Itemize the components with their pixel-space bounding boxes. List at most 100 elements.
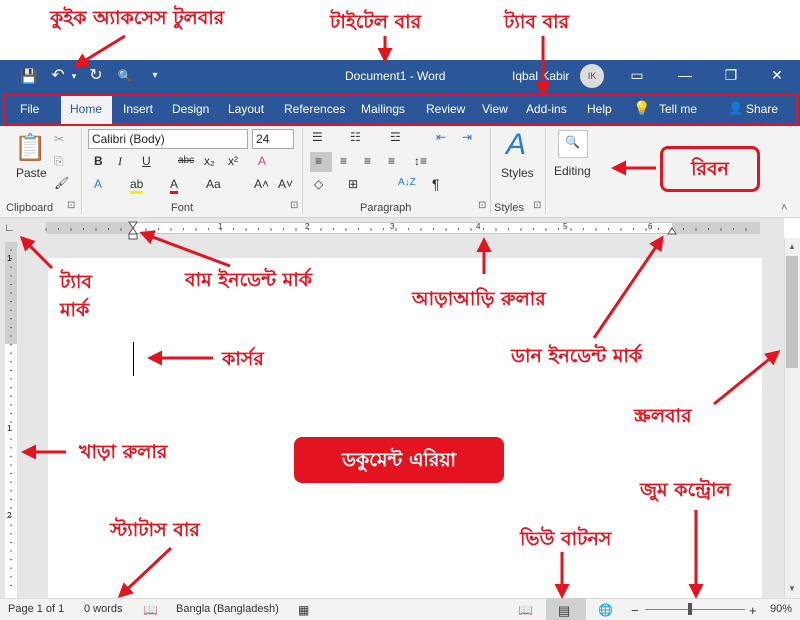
document-title: Document1 - Word <box>345 69 446 83</box>
decrease-indent-button[interactable]: ⇤ <box>436 130 446 144</box>
numbering-button[interactable]: ☷ <box>350 130 361 144</box>
styles-icon[interactable]: A <box>506 128 526 162</box>
word-count[interactable]: 0 words <box>84 603 123 615</box>
change-case-button[interactable]: Aa <box>206 177 221 191</box>
paste-button[interactable]: Paste <box>16 166 47 180</box>
title-bar: 💾 ↶ ▾ ↻ 🔍 ▾ Document1 - Word Iqbal Kabir… <box>0 60 800 92</box>
tab-bar-highlight-frame <box>3 94 798 126</box>
font-name-combo[interactable]: Calibri (Body) <box>88 129 248 149</box>
styles-button[interactable]: Styles <box>501 166 534 180</box>
format-painter-icon[interactable]: 🖌 <box>54 176 69 190</box>
scrollbar-thumb[interactable] <box>786 256 798 368</box>
clear-formatting-button[interactable]: A <box>258 154 266 168</box>
collapse-ribbon-icon[interactable]: ˄ <box>781 202 787 214</box>
close-icon[interactable]: ✕ <box>768 67 786 84</box>
font-launcher-icon[interactable]: ⊡ <box>290 200 298 211</box>
vruler-number: 1 <box>7 254 12 263</box>
font-color-button[interactable]: A <box>170 177 179 194</box>
zoom-out-button[interactable]: − <box>631 603 639 618</box>
document-page[interactable] <box>48 258 762 598</box>
cut-icon[interactable]: ✂ <box>54 132 64 146</box>
proofing-icon[interactable]: 📖 <box>143 603 158 617</box>
zoom-slider[interactable] <box>645 609 745 610</box>
font-size-combo[interactable]: 24 <box>252 129 294 149</box>
borders-button[interactable]: ⊞ <box>348 177 358 191</box>
annotation-cursor: কার্সর <box>222 348 264 370</box>
avatar[interactable]: IK <box>580 64 604 88</box>
minimize-icon[interactable]: — <box>676 67 694 83</box>
align-left-button[interactable]: ≡ <box>315 154 322 168</box>
align-center-button[interactable]: ≡ <box>340 154 347 168</box>
read-mode-icon[interactable]: 📖 <box>518 603 533 617</box>
multilevel-list-button[interactable]: ☲ <box>390 130 401 144</box>
subscript-button[interactable]: x₂ <box>204 154 215 168</box>
styles-launcher-icon[interactable]: ⊡ <box>533 200 541 211</box>
annotation-left-indent: বাম ইনডেন্ট মার্ক <box>185 269 313 291</box>
annotation-tab-mark-2: মার্ক <box>60 299 90 321</box>
justify-button[interactable]: ≡ <box>388 154 395 168</box>
annotation-vertical-ruler: খাড়া রুলার <box>79 441 168 463</box>
align-right-button[interactable]: ≡ <box>364 154 371 168</box>
annotation-scrollbar: স্ক্রলবার <box>634 405 692 427</box>
separator <box>302 128 303 214</box>
ruler-number: 1 <box>218 222 223 231</box>
page-count[interactable]: Page 1 of 1 <box>8 603 64 615</box>
font-group-label: Font <box>171 202 194 214</box>
shrink-font-button[interactable]: A˅ <box>278 177 293 191</box>
font-size-value: 24 <box>256 132 270 146</box>
sort-button[interactable]: A↓Z <box>398 177 416 188</box>
ruler-number: 5 <box>563 222 568 231</box>
strikethrough-button[interactable]: abc <box>178 155 194 166</box>
zoom-level[interactable]: 90% <box>770 603 792 615</box>
user-name[interactable]: Iqbal Kabir <box>512 69 569 83</box>
annotation-view-buttons: ভিউ বাটনস <box>520 528 612 550</box>
clipboard-launcher-icon[interactable]: ⊡ <box>67 200 75 211</box>
highlight-button[interactable]: ab <box>130 177 144 194</box>
text-effects-button[interactable]: A <box>94 177 102 191</box>
italic-button[interactable]: I <box>118 154 122 169</box>
increase-indent-button[interactable]: ⇥ <box>462 130 472 144</box>
zoom-slider-thumb[interactable] <box>688 603 692 615</box>
print-preview-icon[interactable]: 🔍 <box>117 68 133 84</box>
save-icon[interactable]: 💾 <box>20 68 37 84</box>
web-layout-icon[interactable]: 🌐 <box>598 603 613 617</box>
language-indicator[interactable]: Bangla (Bangladesh) <box>176 603 279 615</box>
line-spacing-button[interactable]: ↕≡ <box>414 154 427 168</box>
print-layout-icon[interactable]: ▤ <box>558 603 570 619</box>
shading-button[interactable]: ◇ <box>314 177 323 191</box>
undo-icon[interactable]: ↶ <box>50 68 66 84</box>
paste-icon[interactable]: 📋 <box>14 132 46 163</box>
macro-recording-icon[interactable]: ▦ <box>298 603 309 617</box>
zoom-in-button[interactable]: + <box>749 603 757 618</box>
paragraph-group-label: Paragraph <box>360 202 412 214</box>
horizontal-ruler[interactable] <box>46 222 760 234</box>
annotation-ribbon-badge: রিবন <box>660 146 760 192</box>
ribbon-display-options-icon[interactable]: ▭ <box>628 67 646 84</box>
vruler-number: 1 <box>7 424 12 433</box>
bullets-button[interactable]: ☰ <box>312 130 323 144</box>
annotation-tab-bar: ট্যাব বার <box>504 11 570 33</box>
ruler-number: 6 <box>648 222 653 231</box>
redo-icon[interactable]: ↻ <box>88 68 104 84</box>
right-margin-shade <box>672 222 760 234</box>
scroll-down-icon[interactable]: ▼ <box>788 584 796 593</box>
undo-dropdown-icon[interactable]: ▾ <box>66 68 82 84</box>
separator <box>490 128 491 214</box>
tab-selector-icon[interactable]: ∟ <box>4 222 15 234</box>
annotation-quick-access-toolbar: কুইক অ্যাকসেস টুলবার <box>50 7 225 29</box>
restore-icon[interactable]: ❐ <box>722 67 740 84</box>
superscript-button[interactable]: x² <box>228 154 238 168</box>
annotation-zoom-control: জুম কন্ট্রোল <box>640 479 731 501</box>
editing-button[interactable]: Editing <box>554 164 591 178</box>
ruler-number: 3 <box>390 222 395 231</box>
editing-icon[interactable]: 🔍 <box>565 135 580 149</box>
paragraph-launcher-icon[interactable]: ⊡ <box>478 200 486 211</box>
copy-icon[interactable]: ⎘ <box>54 154 64 169</box>
grow-font-button[interactable]: A˄ <box>254 177 269 191</box>
customize-toolbar-icon[interactable]: ▾ <box>147 68 163 84</box>
show-hide-marks-button[interactable]: ¶ <box>432 176 440 192</box>
underline-button[interactable]: U <box>142 154 151 168</box>
font-name-value: Calibri (Body) <box>92 132 165 146</box>
scroll-up-icon[interactable]: ▲ <box>788 242 796 251</box>
bold-button[interactable]: B <box>94 154 103 168</box>
